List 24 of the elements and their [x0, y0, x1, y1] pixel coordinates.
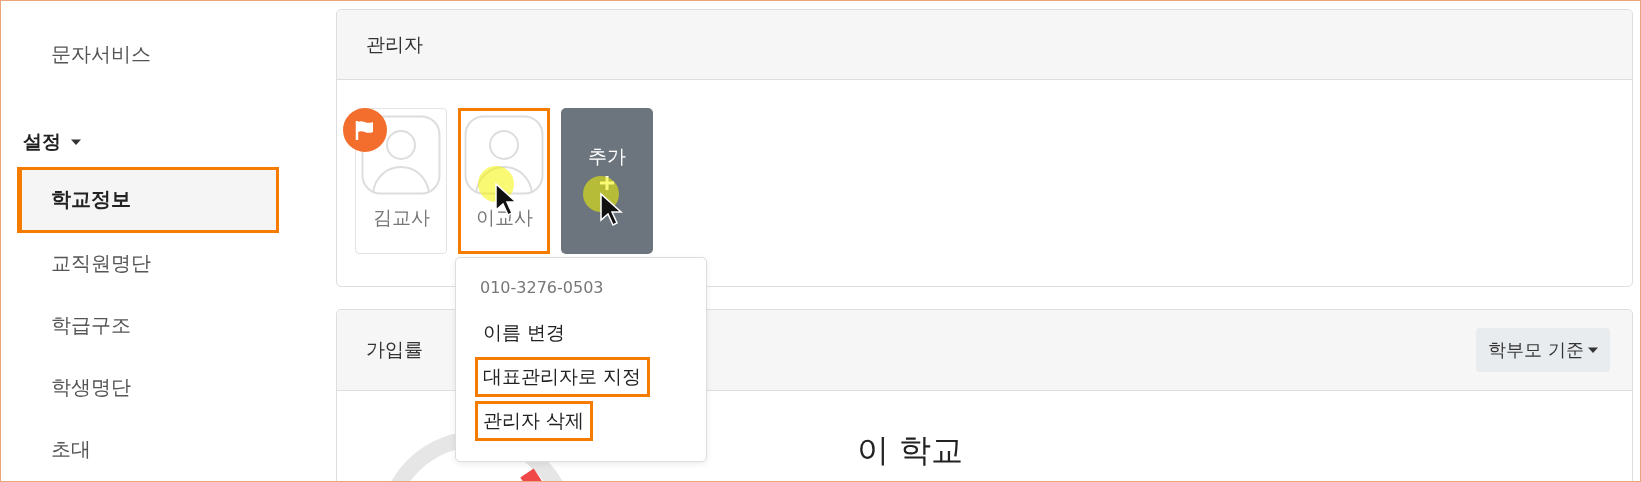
plus-icon — [598, 174, 616, 192]
admin-name: 김교사 — [372, 205, 430, 230]
caret-icon — [1588, 345, 1598, 355]
sidebar-item[interactable]: 학생명단 — [17, 356, 279, 419]
sidebar-item[interactable]: 학급구조 — [17, 294, 279, 357]
menu-item[interactable]: 이름 변경 — [475, 313, 575, 353]
sidebar-item[interactable]: 문자서비스 — [17, 23, 279, 85]
sidebar-item[interactable]: 초대 — [17, 418, 279, 481]
add-button[interactable]: 추가 — [561, 108, 653, 254]
menu-item[interactable]: 관리자 삭제 — [475, 401, 594, 441]
admin-card-item[interactable]: 이교사 — [458, 108, 550, 254]
card-title: 관리자 — [366, 31, 423, 57]
sidebar-section-title[interactable]: 설정 — [23, 129, 61, 155]
card-title: 가입률 — [366, 337, 423, 362]
phone-number: 010-3276-0503 — [480, 278, 605, 297]
sidebar-item[interactable]: 교직원명단 — [17, 232, 279, 295]
caret-icon — [71, 137, 81, 147]
admin-card-item[interactable]: 김교사 — [355, 108, 447, 254]
filter-dropdown[interactable]: 학부모 기준 — [1476, 328, 1610, 372]
sidebar-item[interactable]: 학교정보 — [17, 167, 279, 233]
user-avatar-icon — [464, 115, 544, 195]
school-name: 이 학교 — [857, 430, 964, 471]
admin-name: 이교사 — [475, 205, 533, 230]
menu-item[interactable]: 대표관리자로 지정 — [475, 357, 651, 397]
